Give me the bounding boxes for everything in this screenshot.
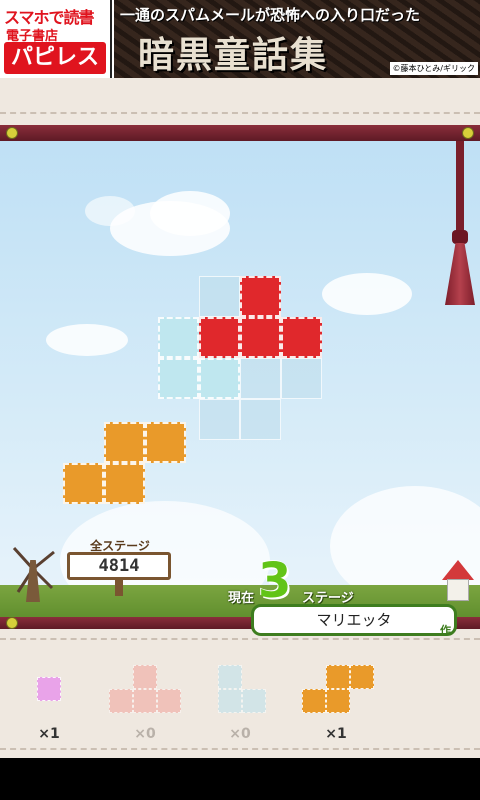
cyan-piece-cell[interactable] <box>199 358 240 399</box>
tray-count-orange: ×1 <box>325 726 347 742</box>
orange-piece-cell[interactable] <box>63 463 104 504</box>
salmon-piece-cell[interactable] <box>133 689 157 713</box>
author-name-box: マリエッタ <box>251 604 457 636</box>
ad-tagline: 一通のスパムメールが恐怖への入り口だった <box>120 6 421 24</box>
ad-title: 暗黒童話集 <box>138 34 329 76</box>
author-suffix: 作 <box>440 624 451 637</box>
lightblue-piece-cell[interactable] <box>218 689 242 713</box>
cloud <box>322 273 412 315</box>
curtain-rod-top <box>0 125 480 141</box>
current-stage-prefix: 現在 <box>228 591 255 606</box>
orange-tray-cell[interactable] <box>350 665 374 689</box>
lightblue-piece-cell[interactable] <box>218 665 242 689</box>
ad-banner[interactable]: スマホで読書 電子書店 パピレス 一通のスパムメールが恐怖への入り口だった 暗黒… <box>0 0 480 78</box>
total-stage-count: 4814 <box>67 552 171 580</box>
grid-cell[interactable] <box>199 399 240 440</box>
grid-cell[interactable] <box>199 276 240 317</box>
red-piece-cell[interactable] <box>199 317 240 358</box>
tray-count-salmon: ×0 <box>134 726 156 742</box>
red-piece-cell[interactable] <box>240 276 281 317</box>
rod-knob-left <box>6 127 18 139</box>
orange-tray-cell[interactable] <box>326 689 350 713</box>
grid-cell[interactable] <box>240 399 281 440</box>
stitch-line-bottom <box>0 748 480 750</box>
orange-tray-cell[interactable] <box>326 665 350 689</box>
cloud <box>85 196 135 226</box>
salmon-piece-cell[interactable] <box>109 689 133 713</box>
lightblue-piece-cell[interactable] <box>242 689 266 713</box>
red-piece-cell[interactable] <box>281 317 322 358</box>
house-body[interactable] <box>447 579 469 601</box>
sign-post <box>115 580 123 596</box>
grid-cell[interactable] <box>240 358 281 399</box>
tray-count-lightblue: ×0 <box>229 726 251 742</box>
salmon-piece-cell[interactable] <box>157 689 181 713</box>
red-piece-cell[interactable] <box>240 317 281 358</box>
bottom-bar <box>0 758 480 800</box>
rod-knob-right <box>462 127 474 139</box>
ad-left-panel[interactable]: スマホで読書 電子書店 パピレス <box>0 0 112 78</box>
pink-piece-cell[interactable] <box>37 677 61 701</box>
tray-count-pink: ×1 <box>38 726 60 742</box>
ad-credit: ©藤本ひとみ/ギリック <box>389 62 478 75</box>
grid-cell[interactable] <box>281 358 322 399</box>
salmon-piece-cell[interactable] <box>133 665 157 689</box>
play-field[interactable] <box>0 141 480 618</box>
tassel-knot <box>452 230 468 244</box>
ad-image-panel[interactable]: 一通のスパムメールが恐怖への入り口だった 暗黒童話集 ©藤本ひとみ/ギリック <box>114 0 480 78</box>
orange-tray-cell[interactable] <box>302 689 326 713</box>
tassel-cord <box>456 141 464 231</box>
cloud <box>150 191 230 236</box>
cloud <box>46 324 128 356</box>
current-stage-number: 3 <box>258 553 292 609</box>
rod-knob-bottom-left <box>6 617 18 629</box>
orange-piece-cell[interactable] <box>145 422 186 463</box>
cyan-piece-cell[interactable] <box>158 317 199 358</box>
orange-piece-cell[interactable] <box>104 463 145 504</box>
ad-logo: パピレス <box>4 42 106 74</box>
stitch-line-top <box>0 112 480 114</box>
orange-piece-cell[interactable] <box>104 422 145 463</box>
stitch-line-tray <box>0 638 480 640</box>
cyan-piece-cell[interactable] <box>158 358 199 399</box>
